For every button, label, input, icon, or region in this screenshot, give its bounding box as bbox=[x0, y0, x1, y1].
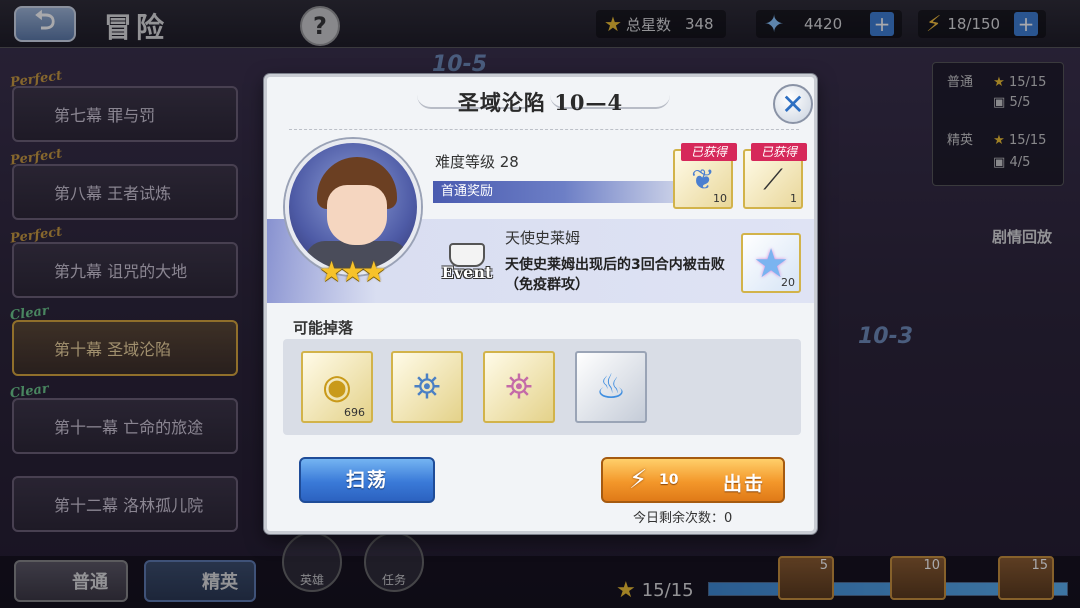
event-title: 天使史莱姆 bbox=[505, 229, 581, 247]
remaining-attempts: 今日剩余次数：0 bbox=[633, 511, 733, 526]
difficulty-level: 难度等级 28 bbox=[435, 153, 519, 171]
first-clear-reward-bar: 首通奖励 bbox=[433, 181, 695, 203]
close-x-icon: ✕ bbox=[781, 87, 805, 121]
gold-coin-icon: ◉ bbox=[322, 367, 352, 407]
obtained-badge: 已获得 bbox=[681, 143, 737, 161]
first-clear-reward[interactable]: 已获得 ⟋ 1 bbox=[743, 143, 807, 209]
drop-item[interactable]: ♨ bbox=[575, 351, 647, 423]
blue-flame-brazier-icon: ♨ bbox=[595, 367, 627, 407]
hero-stars: ★★★ bbox=[319, 255, 386, 288]
drop-item[interactable]: ⛯ bbox=[391, 351, 463, 423]
battle-button[interactable]: ⚡ 10 出击 bbox=[601, 457, 785, 503]
divider bbox=[289, 129, 799, 130]
dialog-title: 圣域沦陷 10—4 bbox=[457, 90, 624, 115]
first-clear-reward[interactable]: 已获得 ❦ 10 bbox=[673, 143, 737, 209]
lantern-pink-icon: ⛯ bbox=[505, 367, 533, 407]
battle-label: 出击 bbox=[723, 473, 766, 495]
sweep-button[interactable]: 扫荡 bbox=[299, 457, 435, 503]
hero-face bbox=[327, 185, 387, 245]
stage-detail-dialog: 圣域沦陷 10—4 ✕ ★★★ 难度等级 28 首通奖励 已获得 ❦ 10 已获… bbox=[264, 74, 817, 534]
close-button[interactable]: ✕ bbox=[773, 84, 813, 124]
obtained-badge: 已获得 bbox=[751, 143, 807, 161]
event-badge: Event bbox=[439, 243, 495, 287]
drops-label: 可能掉落 bbox=[293, 319, 354, 337]
drop-count: 696 bbox=[344, 406, 365, 419]
event-label: Event bbox=[441, 263, 493, 282]
stamina-cost: 10 bbox=[659, 472, 679, 488]
reward-count: 10 bbox=[713, 192, 727, 205]
reward-count: 20 bbox=[781, 276, 795, 289]
reward-count: 1 bbox=[790, 192, 797, 205]
drop-item[interactable]: ⛯ bbox=[483, 351, 555, 423]
event-description: 天使史莱姆出现后的3回合内被击败（免疫群攻） bbox=[505, 257, 725, 293]
event-reward[interactable]: ★ 20 bbox=[741, 233, 801, 293]
lantern-blue-icon: ⛯ bbox=[413, 367, 441, 407]
drop-item[interactable]: ◉ 696 bbox=[301, 351, 373, 423]
lightning-icon: ⚡ bbox=[629, 465, 648, 495]
